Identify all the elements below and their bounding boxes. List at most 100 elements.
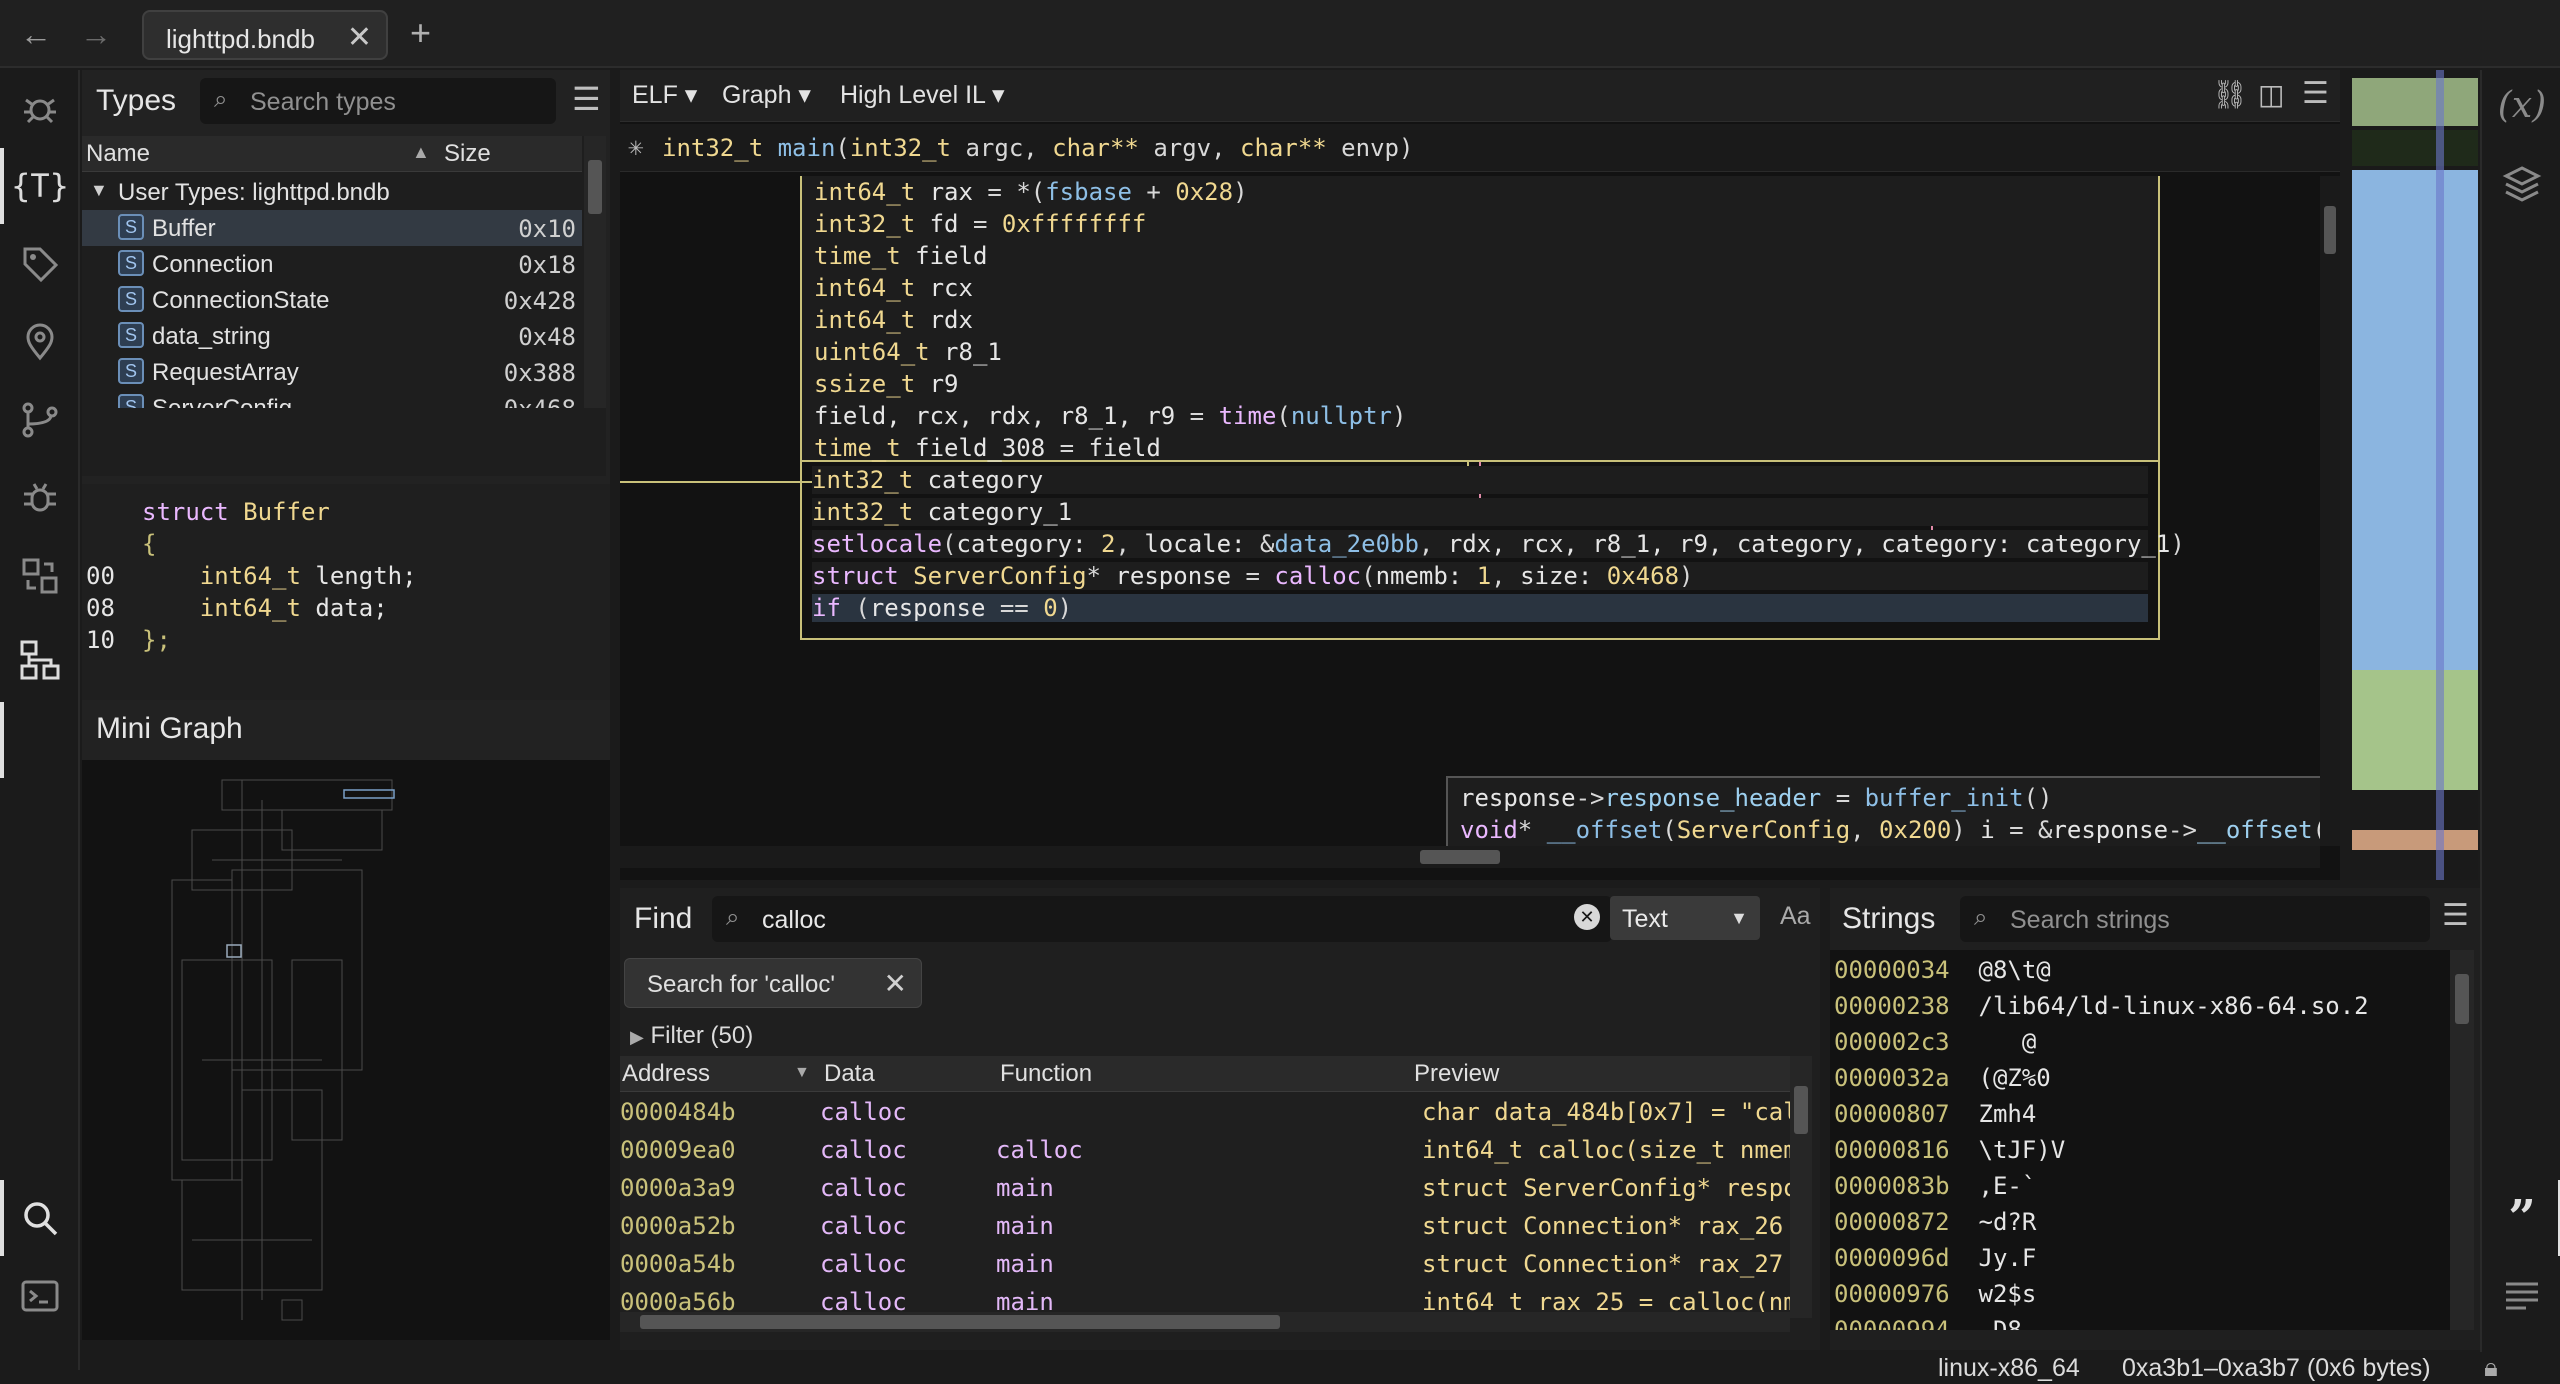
string-row[interactable]: 00000976 w2$s <box>1834 1280 2036 1308</box>
search-icon[interactable] <box>10 1188 70 1248</box>
string-row[interactable]: 00000816 \tJF)V <box>1834 1136 2065 1164</box>
scroll-thumb[interactable] <box>640 1315 1280 1329</box>
strings-scrollbar[interactable] <box>2450 950 2474 1330</box>
type-braces-icon[interactable]: {T} <box>10 156 70 216</box>
il-line: int32_t category_1 <box>812 498 2148 526</box>
type-row[interactable]: S RequestArray 0x388 <box>82 354 582 390</box>
types-scrollbar[interactable] <box>584 136 606 408</box>
horizontal-scrollbar[interactable] <box>620 846 2320 868</box>
string-row[interactable]: 00000807 Zmh4 <box>1834 1100 2036 1128</box>
left-sidebar: {T} <box>0 70 80 1370</box>
scroll-thumb[interactable] <box>2324 206 2336 254</box>
type-size: 0x48 <box>518 323 576 351</box>
lines-icon[interactable] <box>2492 1266 2552 1326</box>
string-row[interactable]: 00000994 -D8, <box>1834 1316 2036 1330</box>
vertical-scrollbar[interactable] <box>2320 176 2340 846</box>
col-preview[interactable]: Preview <box>1414 1060 1499 1088</box>
string-row[interactable]: 000002c3 @ <box>1834 1028 2036 1056</box>
col-size[interactable]: Size <box>444 140 491 168</box>
type-size: 0x18 <box>518 251 576 279</box>
struct-icon: S <box>118 394 144 408</box>
debugger-icon[interactable] <box>10 468 70 528</box>
basic-block-init[interactable]: response->response_header = buffer_init(… <box>1446 776 2320 846</box>
graph-canvas[interactable]: int64_t rax = *(fsbase + 0x28) int32_t f… <box>620 176 2320 846</box>
struct-icon: S <box>118 358 144 384</box>
col-address[interactable]: Address <box>622 1060 710 1088</box>
types-search-input[interactable]: ⌕ Search types <box>200 78 556 124</box>
clear-search-icon[interactable]: ✕ <box>1574 904 1600 930</box>
split-view-icon[interactable]: ◫ <box>2258 78 2284 111</box>
result-row[interactable]: 0000a3a9 calloc main struct ServerConfig* r… <box>620 1168 1800 1206</box>
string-row[interactable]: 00000872 ~d?R <box>1834 1208 2036 1236</box>
string-row[interactable]: 0000096d Jy.F <box>1834 1244 2036 1272</box>
platform-label[interactable]: linux-x86_64 <box>1938 1354 2080 1383</box>
branch-icon[interactable] <box>10 390 70 450</box>
transform-icon[interactable] <box>10 546 70 606</box>
search-chip[interactable]: Search for 'calloc' ✕ <box>624 958 922 1008</box>
string-row[interactable]: 00000238 /lib64/ld-linux-x86-64.so.2 <box>1834 992 2369 1020</box>
close-chip-icon[interactable]: ✕ <box>884 967 907 1000</box>
link-icon[interactable]: ⛓ <box>2212 78 2248 111</box>
tag-icon[interactable] <box>10 234 70 294</box>
right-sidebar: (x) ” <box>2480 70 2560 1370</box>
il-dropdown[interactable]: High Level IL ▾ <box>840 80 1005 110</box>
hamburger-menu-icon[interactable]: ☰ <box>2442 898 2469 933</box>
close-tab-icon[interactable]: ✕ <box>347 20 372 55</box>
lock-icon[interactable]: 🔒︎ <box>2484 1352 2498 1384</box>
group-row[interactable]: ▼ User Types: lighttpd.bndb <box>82 174 582 210</box>
strings-search-input[interactable]: ⌕ Search strings <box>1960 896 2430 942</box>
hamburger-menu-icon[interactable]: ☰ <box>2302 76 2329 111</box>
find-input[interactable]: ⌕ calloc ✕ <box>712 896 1612 942</box>
binary-minimap[interactable] <box>2350 70 2478 880</box>
function-signature[interactable]: int32_t main(int32_t argc, char** argv, … <box>662 134 1413 162</box>
result-row[interactable]: 0000a52b calloc main struct Connection* rax… <box>620 1206 1800 1244</box>
type-row[interactable]: Sdata_string 0x48 <box>82 318 582 354</box>
type-name: ServerConfig <box>152 395 292 408</box>
basic-block-main-continued: int32_t category int32_t category_1 setl… <box>800 176 2185 640</box>
terminal-icon[interactable] <box>10 1266 70 1326</box>
forward-arrow-icon[interactable]: → <box>76 14 116 54</box>
string-row[interactable]: 0000032a (@Z%0 <box>1834 1064 2051 1092</box>
case-sensitive-toggle[interactable]: Aa <box>1780 902 1811 931</box>
location-pin-icon[interactable] <box>10 312 70 372</box>
results-hscroll[interactable] <box>620 1312 1790 1332</box>
elf-dropdown[interactable]: ELF ▾ <box>632 80 697 110</box>
scroll-thumb[interactable] <box>1420 850 1500 864</box>
tab-title: lighttpd.bndb <box>166 24 315 54</box>
struct-open: { <box>142 530 157 558</box>
type-row[interactable]: S Connection 0x18 <box>82 246 582 282</box>
back-arrow-icon[interactable]: ← <box>16 14 56 54</box>
type-row[interactable]: S ConnectionState 0x428 <box>82 282 582 318</box>
scroll-thumb[interactable] <box>588 160 602 214</box>
mini-graph-panel: Mini Graph <box>82 700 610 1340</box>
find-type-select[interactable]: Text ▼ <box>1610 896 1760 940</box>
col-name[interactable]: Name <box>86 140 150 168</box>
mini-graph-canvas[interactable] <box>82 760 610 1340</box>
result-row[interactable]: 00009ea0 calloc calloc int64_t calloc(size_… <box>620 1130 1800 1168</box>
hierarchy-icon[interactable] <box>10 630 70 690</box>
hamburger-menu-icon[interactable]: ☰ <box>572 80 601 118</box>
bug-icon[interactable] <box>10 78 70 138</box>
layers-icon[interactable] <box>2492 154 2552 214</box>
string-row[interactable]: 00000034 @8\t@ <box>1834 956 2051 984</box>
scroll-thumb[interactable] <box>1794 1086 1808 1134</box>
search-icon: ⌕ <box>214 86 228 113</box>
new-tab-plus-icon[interactable]: + <box>410 12 431 54</box>
string-row[interactable]: 0000083b ,E-` <box>1834 1172 2036 1200</box>
quote-icon[interactable]: ” <box>2492 1188 2552 1248</box>
col-data[interactable]: Data <box>824 1060 875 1088</box>
graph-dropdown[interactable]: Graph ▾ <box>722 80 811 110</box>
scroll-thumb[interactable] <box>2455 974 2469 1024</box>
filter-toggle[interactable]: ▶ Filter (50) <box>630 1022 753 1050</box>
results-vscroll[interactable] <box>1790 1056 1812 1318</box>
result-row[interactable]: 0000a54b calloc main struct Connection* rax… <box>620 1244 1800 1282</box>
type-row[interactable]: S ServerConfig 0x468 <box>82 390 582 408</box>
type-row[interactable]: S Buffer 0x10 <box>82 210 582 246</box>
result-row[interactable]: 0000484b calloc char data_484b[0x7] = "cal <box>620 1092 1800 1130</box>
col-function[interactable]: Function <box>1000 1060 1092 1088</box>
struct-field: int64_t data; <box>142 594 388 622</box>
types-search-placeholder: Search types <box>250 88 396 116</box>
expand-arrow-icon[interactable]: ▼ <box>90 180 108 201</box>
file-tab[interactable]: lighttpd.bndb ✕ <box>142 10 388 60</box>
variables-icon[interactable]: (x) <box>2492 76 2552 136</box>
